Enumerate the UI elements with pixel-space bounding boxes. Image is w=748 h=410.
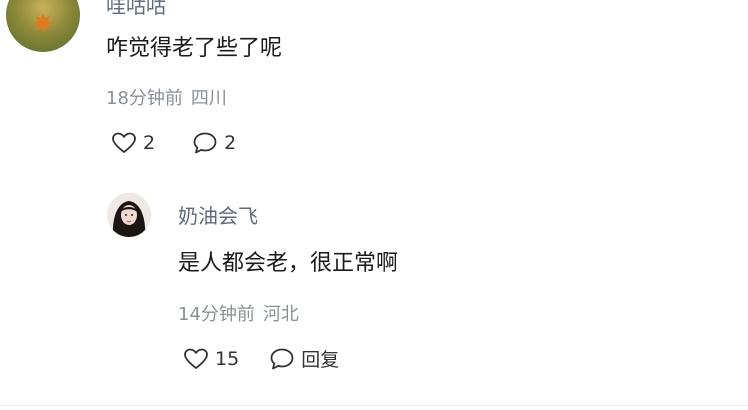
heart-icon [112, 132, 136, 153]
chat-bubble-icon [193, 132, 217, 154]
comment-reply-button[interactable]: 2 [192, 131, 236, 155]
reply-like-button[interactable]: 15 [183, 347, 239, 371]
comment-username[interactable]: 哇咕咕 [106, 0, 166, 19]
comment-reply-count: 2 [224, 132, 237, 154]
comment-location: 四川 [190, 88, 227, 109]
comment-time: 18分钟前 [106, 88, 183, 109]
heart-icon [184, 348, 208, 369]
reply-content: 是人都会老，很正常啊 [178, 251, 399, 276]
comment-like-count: 2 [143, 132, 156, 154]
comment-content: 咋觉得老了些了呢 [106, 36, 283, 61]
reply-reply-button[interactable]: 回复 [269, 345, 339, 372]
reply-location: 河北 [262, 304, 299, 325]
chat-bubble-icon [270, 348, 294, 369]
reply-username[interactable]: 奶油会飞 [178, 200, 258, 229]
reply-reply-label: 回复 [301, 349, 340, 371]
comment-meta: 18分钟前 四川 [106, 84, 227, 110]
reply-actions: 15 回复 [183, 345, 339, 372]
comment-actions: 2 2 [111, 131, 236, 155]
reply-like-count: 15 [215, 347, 240, 370]
divider [0, 405, 748, 406]
reply-time: 14分钟前 [178, 304, 255, 325]
avatar[interactable] [6, 0, 80, 52]
avatar[interactable] [107, 193, 151, 237]
comment-like-button[interactable]: 2 [111, 131, 155, 155]
woman-portrait-icon [107, 193, 151, 237]
reply-meta: 14分钟前 河北 [178, 300, 299, 326]
maple-leaf-icon [33, 13, 53, 33]
